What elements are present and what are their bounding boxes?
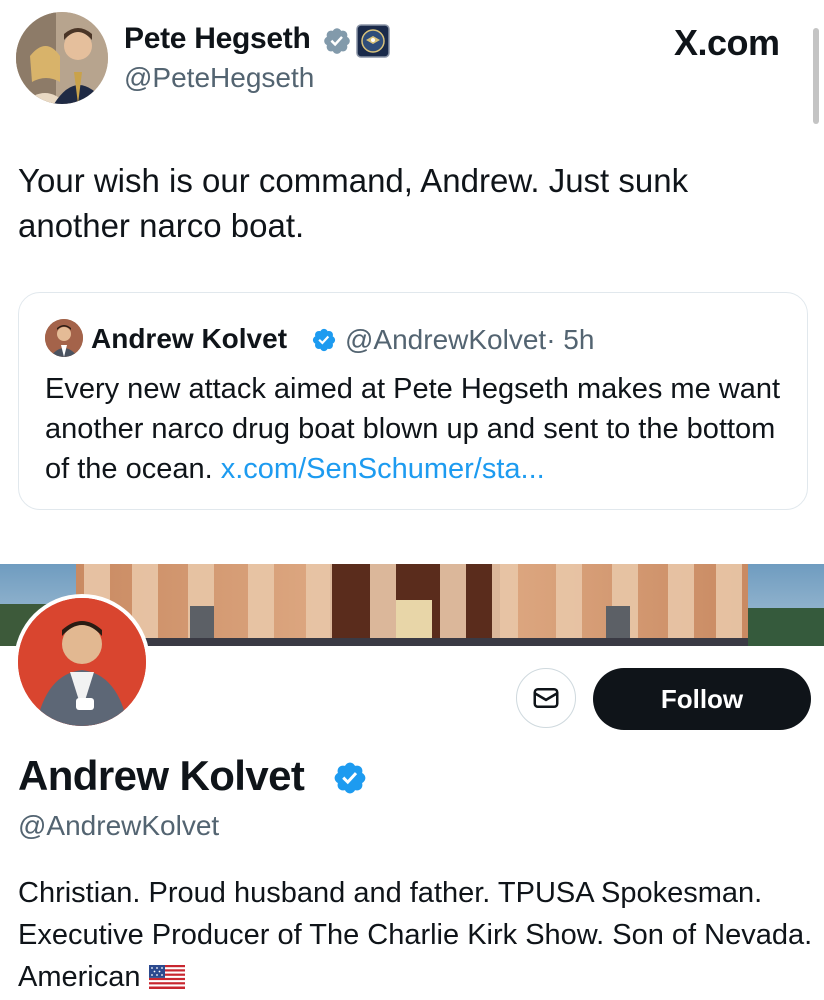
us-flag-icon xyxy=(148,965,185,989)
scrollbar[interactable] xyxy=(813,28,819,124)
follow-button[interactable]: Follow xyxy=(593,668,811,730)
quoted-author-handle[interactable]: @AndrewKolvet xyxy=(345,324,546,355)
author-name[interactable]: Pete Hegseth xyxy=(124,22,311,56)
site-label: X.com xyxy=(674,22,780,63)
mail-icon xyxy=(533,688,559,708)
verified-blue-icon xyxy=(312,328,336,352)
quoted-author-handle-time[interactable]: @AndrewKolvet· 5h xyxy=(345,324,594,356)
verified-blue-icon[interactable] xyxy=(332,760,368,796)
profile-avatar[interactable] xyxy=(14,594,150,730)
quoted-tweet-link[interactable]: x.com/SenSchumer/sta... xyxy=(221,453,545,485)
quoted-tweet-time: · 5h xyxy=(546,324,595,355)
quoted-author-avatar[interactable] xyxy=(45,319,83,357)
quoted-author-avatar-photo xyxy=(45,319,83,357)
profile-name: Andrew Kolvet xyxy=(18,752,305,799)
quoted-tweet-text: Every new attack aimed at Pete Hegseth m… xyxy=(45,369,785,489)
quoted-tweet-card[interactable]: Andrew Kolvet @AndrewKolvet· 5h Every ne… xyxy=(18,292,808,510)
profile-bio: Christian. Proud husband and father. TPU… xyxy=(18,872,818,998)
author-handle[interactable]: @PeteHegseth xyxy=(124,62,314,94)
message-button[interactable] xyxy=(516,668,576,728)
verified-grey-icon xyxy=(324,28,350,54)
quoted-author-name[interactable]: Andrew Kolvet xyxy=(91,323,287,355)
author-avatar-photo xyxy=(16,12,108,104)
author-avatar[interactable] xyxy=(16,12,108,104)
profile-avatar-photo xyxy=(18,598,146,726)
dod-seal-icon xyxy=(356,24,390,58)
tweet-text: Your wish is our command, Andrew. Just s… xyxy=(18,162,689,244)
profile-handle: @AndrewKolvet xyxy=(18,810,220,841)
profile-bio-text: Christian. Proud husband and father. TPU… xyxy=(18,877,813,993)
